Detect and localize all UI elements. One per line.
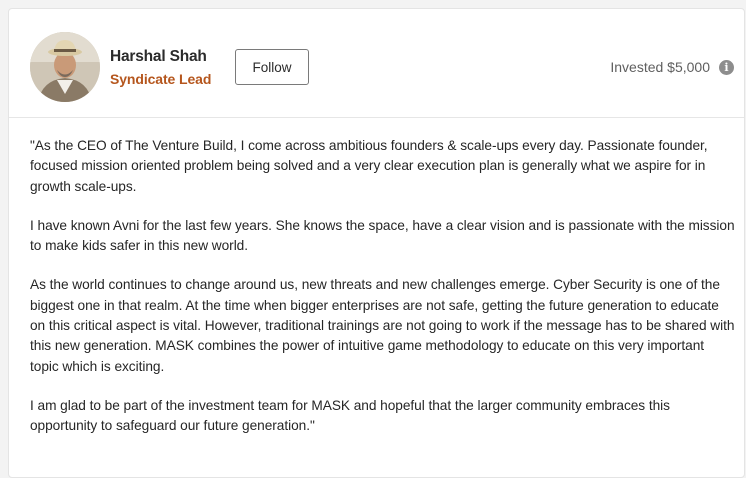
testimonial-body: "As the CEO of The Venture Build, I come…	[30, 136, 736, 456]
testimonial-paragraph: I have known Avni for the last few years…	[30, 217, 735, 254]
info-icon[interactable]: i	[719, 59, 734, 75]
testimonial-paragraph: As the world continues to change around …	[30, 277, 735, 374]
person-photo-icon	[30, 32, 100, 102]
investor-card: Harshal Shah Syndicate Lead Follow Inves…	[8, 8, 745, 478]
testimonial-paragraph: "As the CEO of The Venture Build, I come…	[30, 138, 708, 194]
investor-header: Harshal Shah Syndicate Lead Follow Inves…	[9, 9, 744, 117]
testimonial-paragraph: I am glad to be part of the investment t…	[30, 397, 670, 434]
investment-amount: Invested $5,000 i	[610, 59, 734, 75]
invested-label: Invested $5,000	[610, 59, 710, 75]
investor-name: Harshal Shah	[110, 48, 207, 65]
avatar[interactable]	[30, 32, 100, 102]
follow-button[interactable]: Follow	[235, 49, 309, 85]
header-divider	[9, 117, 744, 118]
investor-role: Syndicate Lead	[110, 71, 212, 87]
